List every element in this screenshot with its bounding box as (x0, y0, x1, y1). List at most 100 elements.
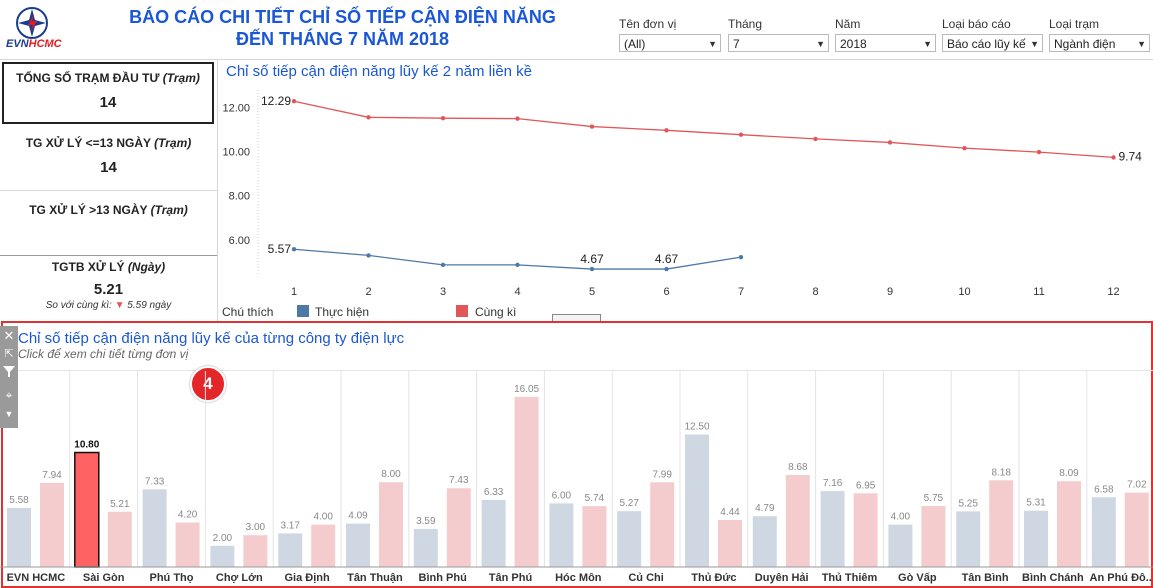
x-tick-label: 1 (291, 286, 297, 298)
bar-previous (989, 480, 1014, 567)
data-label: 4.67 (655, 252, 679, 266)
x-tick-label: 9 (887, 286, 893, 298)
bar-previous (785, 474, 810, 567)
bar-actual-label: 3.17 (280, 520, 300, 531)
data-label: 4.67 (580, 252, 604, 266)
x-tick-label: 5 (589, 286, 595, 298)
bar-actual-label: 4.00 (891, 512, 911, 523)
x-tick-label: 2 (365, 286, 371, 298)
category-label: Bình Chánh (1022, 572, 1084, 584)
bar-previous (311, 524, 336, 567)
bar-actual (752, 516, 777, 567)
category-label: Tân Phú (489, 572, 532, 584)
bar-actual-label: 5.58 (9, 495, 29, 506)
bar-actual-label: 5.25 (958, 498, 978, 509)
bar-previous-label: 5.21 (110, 499, 130, 510)
bar-previous-label: 8.68 (788, 462, 808, 473)
chevron-down-icon: ▼ (708, 39, 717, 49)
filter-month-select[interactable]: 7 ▼ (728, 34, 829, 52)
bar-previous (175, 522, 200, 567)
filter-year-select[interactable]: 2018 ▼ (835, 34, 936, 52)
chevron-down-icon: ▼ (1030, 39, 1039, 49)
kpi-avg-processing-time[interactable]: TGTB XỬ LÝ (Ngày) 5.21 So với cùng kì: ▼… (0, 256, 217, 318)
data-point (440, 115, 446, 121)
bar-previous-label: 8.09 (1059, 468, 1079, 479)
bar-previous-label: 7.43 (449, 475, 469, 486)
filter-unit-value: (All) (624, 37, 646, 51)
kpi-within-13-days[interactable]: TG XỬ LÝ <=13 NGÀY (Trạm) 14 (0, 125, 217, 191)
line-chart[interactable]: 6.008.0010.0012.001 2 3 4 5 6 7 8 9 10 11 1212.299.… (218, 88, 1153, 303)
bar-actual (481, 499, 506, 567)
legend-previous-label[interactable]: Cùng kì (475, 305, 516, 319)
x-tick-label: 10 (958, 286, 970, 298)
data-point (366, 115, 371, 120)
legend-swatch-previous (456, 305, 468, 317)
data-point (589, 266, 595, 272)
data-point (515, 262, 520, 268)
close-icon[interactable]: ✕ (0, 326, 18, 345)
y-tick-label: 10.00 (222, 147, 250, 159)
bar-actual (617, 511, 642, 567)
bar-previous (379, 482, 403, 567)
bar-previous-label: 16.05 (514, 384, 539, 395)
filter-station-type-select[interactable]: Ngành điện ▼ (1049, 34, 1150, 52)
external-link-icon[interactable]: ⇱ (0, 345, 18, 364)
data-point (366, 253, 371, 258)
bar-previous-label: 7.99 (652, 469, 672, 480)
category-label: EVN HCMC (7, 572, 66, 584)
x-tick-label: 8 (812, 286, 818, 298)
data-label: 5.57 (268, 242, 292, 256)
filter-label-year: Năm (835, 17, 861, 31)
chevron-down-icon: ▼ (816, 39, 825, 49)
filter-unit-select[interactable]: (All) ▼ (619, 34, 721, 52)
bar-chart-title: Chỉ số tiếp cận điện năng lũy kế của từn… (18, 330, 405, 347)
kpi-total-stations-label: TỔNG SỐ TRẠM ĐẦU TƯ (Trạm) (16, 71, 200, 85)
bar-actual (1024, 510, 1048, 567)
bar-actual-label: 6.00 (552, 490, 572, 501)
kpi-avg-label: TGTB XỬ LÝ (Ngày) (51, 260, 166, 274)
bar-actual (685, 434, 709, 567)
category-label: Tân Bình (962, 572, 1009, 584)
bar-previous-label: 4.20 (178, 509, 198, 520)
kpi-over-13-days[interactable]: TG XỬ LÝ >13 NGÀY (Trạm) (0, 191, 217, 256)
category-label: Duyên Hải (755, 572, 809, 584)
bar-actual (142, 489, 167, 567)
y-tick-label: 12.00 (222, 103, 250, 115)
data-point (664, 128, 669, 133)
filter-label-month: Tháng (728, 17, 763, 31)
bar-previous-label: 8.00 (381, 469, 401, 480)
series-line (293, 100, 1114, 159)
bar-actual (7, 507, 31, 567)
bar-previous (107, 511, 132, 567)
data-point (962, 145, 967, 151)
category-label: Hóc Môn (555, 572, 602, 584)
legend-actual-label[interactable]: Thực hiện (315, 305, 369, 319)
logo-text: EVNHCMC (6, 38, 62, 50)
bar-actual-label: 12.50 (684, 422, 709, 433)
filter-report-type-select[interactable]: Báo cáo lũy kế ▼ (942, 34, 1043, 52)
x-tick-label: 4 (514, 286, 520, 298)
y-tick-label: 8.00 (229, 191, 250, 203)
bar-actual-label: 5.27 (619, 498, 639, 509)
x-tick-label: 3 (440, 286, 446, 298)
bar-previous-label: 4.00 (313, 512, 333, 523)
category-label: Sài Gòn (83, 572, 125, 584)
bar-previous (1124, 492, 1149, 567)
bar-previous-label: 3.00 (246, 522, 266, 533)
bar-previous-label: 7.02 (1127, 480, 1147, 491)
kpi-avg-value: 5.21 (93, 281, 124, 298)
bar-chart[interactable]: 5.58 7.94 EVN HCMC 10.80 5.21 Sài Gòn 7.33 4.20… (0, 371, 1153, 586)
bar-actual-label: 6.33 (484, 487, 504, 498)
divider (0, 59, 1153, 60)
category-label: Phú Thọ (150, 572, 194, 584)
data-point (738, 254, 744, 260)
bar-actual (549, 503, 574, 567)
filter-month-value: 7 (733, 37, 740, 51)
filter-year-value: 2018 (840, 37, 867, 51)
line-chart-title: Chỉ số tiếp cận điện năng lũy kế 2 năm l… (226, 63, 533, 80)
report-title: BÁO CÁO CHI TIẾT CHỈ SỐ TIẾP CẬN ĐIỆN NĂ… (115, 6, 570, 50)
filter-station-type-value: Ngành điện (1054, 37, 1116, 51)
kpi-total-stations-value: 14 (99, 94, 117, 111)
category-label: Bình Phú (419, 572, 467, 584)
kpi-total-stations[interactable]: TỔNG SỐ TRẠM ĐẦU TƯ (Trạm) 14 (2, 62, 214, 124)
